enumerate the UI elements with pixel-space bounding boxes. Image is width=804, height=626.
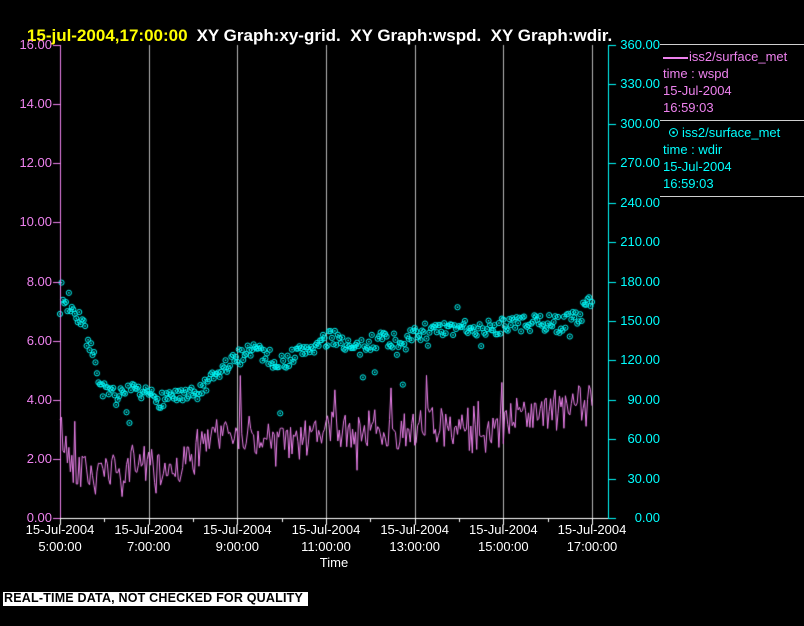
legend-wspd-source: iss2/surface_met <box>689 49 788 64</box>
x-axis-tick-label: 15-Jul-2004 17:00:00 <box>547 521 637 555</box>
x-tick-time: 5:00:00 <box>38 539 82 554</box>
right-axis-tick-label: 30.00 <box>627 470 660 486</box>
left-axis-tick-label: 14.00 <box>19 96 52 112</box>
x-tick-date: 15-Jul-2004 <box>25 522 95 537</box>
left-axis-tick-label: 2.00 <box>26 450 52 466</box>
x-axis-tick-label: 15-Jul-2004 7:00:00 <box>104 521 194 555</box>
legend-entry-wspd: iss2/surface_met time : wspd 15-Jul-2004… <box>660 45 804 121</box>
legend-entry-wdir: iss2/surface_met time : wdir 15-Jul-2004… <box>660 121 804 197</box>
legend-wspd-variable: time : wspd <box>663 66 729 81</box>
left-axis-tick-label: 6.00 <box>26 332 52 348</box>
x-tick-date: 15-Jul-2004 <box>203 522 272 537</box>
legend-wdir-time: 16:59:03 <box>663 176 714 191</box>
right-axis-tick-label: 60.00 <box>627 431 660 447</box>
x-tick-time: 9:00:00 <box>215 539 260 554</box>
quality-warning-banner: REAL-TIME DATA, NOT CHECKED FOR QUALITY <box>3 592 308 606</box>
x-tick-time: 15:00:00 <box>478 539 529 554</box>
circle-marker-icon <box>669 128 678 137</box>
x-axis-tick-label: 15-Jul-2004 15:00:00 <box>458 521 548 555</box>
x-tick-time: 11:00:00 <box>301 539 351 554</box>
xy-graph-window: 15-jul-2004,17:00:00XY Graph:xy-grid. XY… <box>0 0 804 626</box>
right-axis-tick-label: 240.00 <box>620 194 660 210</box>
right-axis-tick-label: 90.00 <box>627 391 660 407</box>
x-tick-date: 15-Jul-2004 <box>380 522 449 537</box>
x-axis-tick-label: 15-Jul-2004 5:00:00 <box>15 521 105 555</box>
x-tick-date: 15-Jul-2004 <box>469 522 538 537</box>
legend-wdir-source-line: iss2/surface_met <box>663 124 804 141</box>
right-axis-tick-label: 150.00 <box>620 312 660 328</box>
x-axis-tick-label: 15-Jul-2004 13:00:00 <box>370 521 460 555</box>
x-tick-time: 13:00:00 <box>389 539 440 554</box>
legend: iss2/surface_met time : wspd 15-Jul-2004… <box>660 44 804 197</box>
left-axis-tick-label: 4.00 <box>26 391 52 407</box>
x-tick-time: 7:00:00 <box>126 539 171 554</box>
right-axis-tick-label: 120.00 <box>620 352 660 368</box>
legend-wspd-time: 16:59:03 <box>663 100 714 115</box>
right-axis-tick-label: 180.00 <box>620 273 660 289</box>
legend-wdir-source: iss2/surface_met <box>682 125 781 140</box>
legend-wspd-date: 15-Jul-2004 <box>663 83 732 98</box>
left-axis-tick-label: 12.00 <box>19 155 52 171</box>
x-axis-tick-label: 15-Jul-2004 11:00:00 <box>281 521 371 555</box>
right-axis-tick-label: 330.00 <box>620 76 660 92</box>
right-axis-tick-label: 360.00 <box>620 37 660 52</box>
x-tick-date: 15-Jul-2004 <box>114 522 183 537</box>
right-axis-tick-label: 300.00 <box>620 115 660 131</box>
line-sample-icon <box>663 56 688 59</box>
right-axis-tick-label: 210.00 <box>620 234 660 250</box>
x-axis-title: Time <box>319 555 349 570</box>
x-tick-time: 17:00:00 <box>566 539 618 554</box>
x-tick-date: 15-Jul-2004 <box>291 522 361 537</box>
right-axis-tick-label: 270.00 <box>620 155 660 171</box>
legend-wdir-date: 15-Jul-2004 <box>663 159 732 174</box>
left-axis-tick-label: 16.00 <box>19 37 52 52</box>
left-axis-tick-label: 8.00 <box>26 273 52 289</box>
x-axis-tick-label: 15-Jul-2004 9:00:00 <box>192 521 282 555</box>
legend-wdir-variable: time : wdir <box>663 142 723 157</box>
x-tick-date: 15-Jul-2004 <box>557 522 627 537</box>
left-axis-tick-label: 10.00 <box>19 214 52 230</box>
legend-wspd-source-line: iss2/surface_met <box>663 48 804 65</box>
